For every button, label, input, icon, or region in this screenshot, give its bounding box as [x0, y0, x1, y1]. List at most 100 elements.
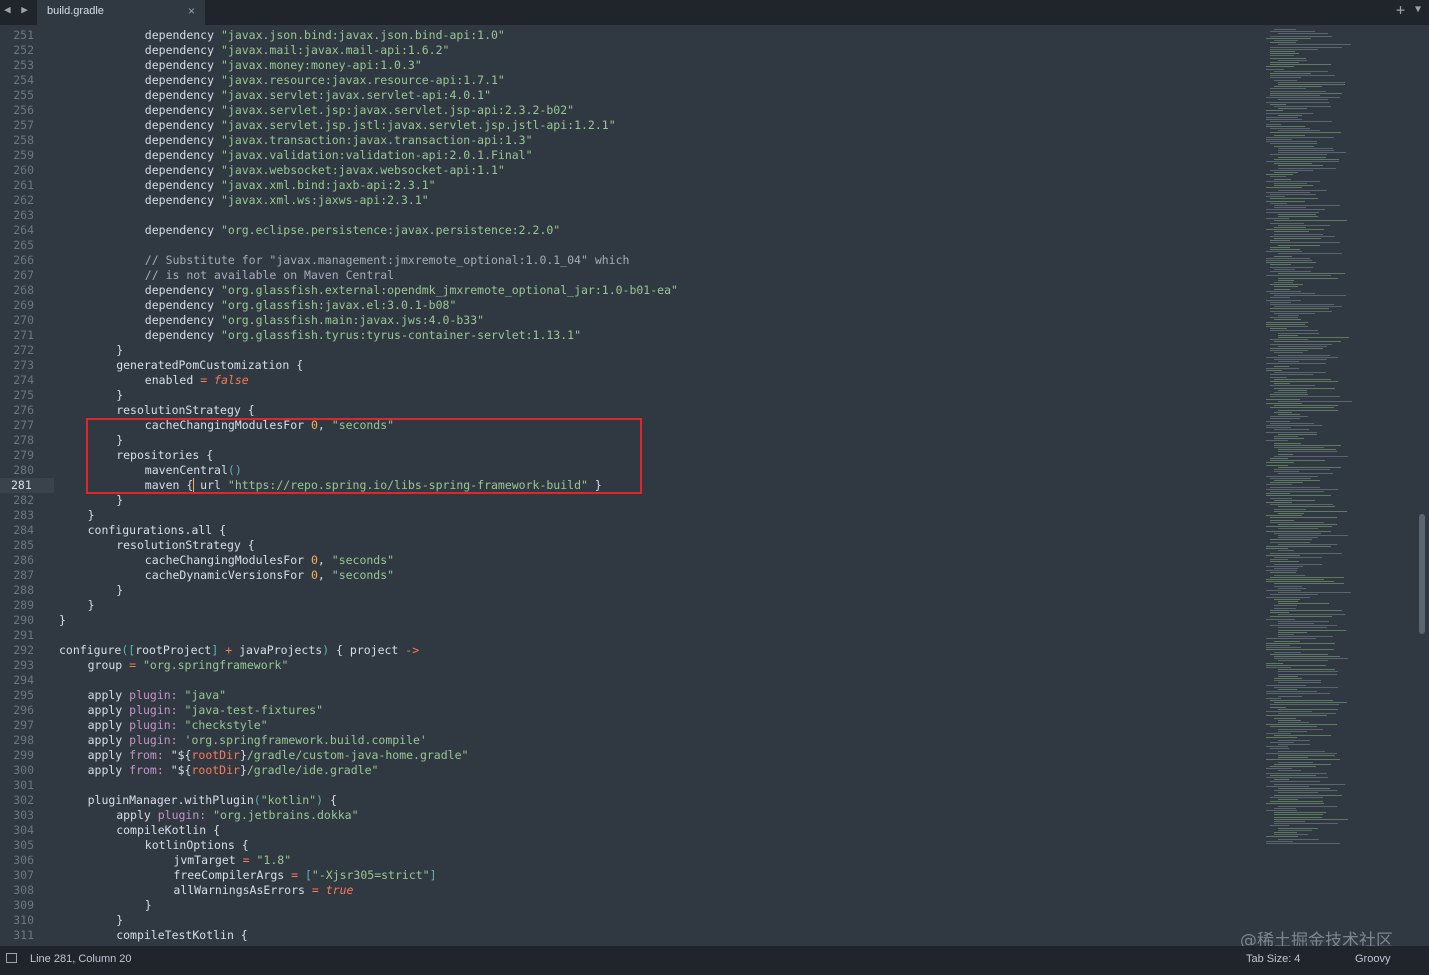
code-line[interactable]: dependency "javax.websocket:javax.websoc…	[145, 163, 505, 178]
code-line[interactable]: apply from: "${rootDir}/gradle/ide.gradl…	[88, 763, 379, 778]
code-token: dependency	[144, 58, 221, 72]
minimap-line	[1270, 31, 1316, 33]
minimap-line	[1278, 99, 1329, 101]
code-line[interactable]: dependency "org.eclipse.persistence:java…	[145, 223, 560, 238]
code-line[interactable]: freeCompilerArgs = ["-Xjsr305=strict"]	[173, 868, 436, 883]
tab-build-gradle[interactable]: build.gradle ×	[37, 0, 205, 25]
code-line[interactable]: dependency "org.glassfish.external:opend…	[145, 283, 678, 298]
minimap-line	[1278, 689, 1298, 690]
code-line[interactable]: generatedPomCustomization {	[116, 358, 303, 373]
close-icon[interactable]: ×	[188, 4, 195, 18]
panel-toggle-icon[interactable]	[6, 953, 17, 963]
code-line[interactable]: }	[116, 343, 123, 358]
code-line[interactable]: cacheDynamicVersionsFor 0, "seconds"	[145, 568, 394, 583]
minimap-line	[1270, 242, 1341, 244]
syntax-indicator[interactable]: Groovy	[1355, 953, 1390, 965]
code-line[interactable]: }	[116, 583, 123, 598]
code-line[interactable]: resolutionStrategy {	[116, 538, 254, 553]
minimap-line	[1274, 163, 1313, 165]
code-line[interactable]: dependency "javax.validation:validation-…	[145, 148, 533, 163]
code-line[interactable]: configure([rootProject] + javaProjects) …	[59, 643, 419, 658]
minimap-line	[1278, 623, 1314, 624]
line-number: 298	[13, 733, 34, 747]
code-line[interactable]: apply plugin: 'org.springframework.build…	[88, 733, 427, 748]
code-line[interactable]: enabled = false	[145, 373, 249, 388]
line-number: 295	[13, 688, 34, 702]
code-line[interactable]: pluginManager.withPlugin("kotlin") {	[88, 793, 337, 808]
minimap-line	[1266, 810, 1298, 811]
vertical-scrollbar[interactable]	[1417, 25, 1429, 946]
minimap-line	[1270, 700, 1334, 701]
code-line[interactable]: resolutionStrategy {	[116, 403, 254, 418]
code-line[interactable]: dependency "javax.servlet.jsp.jstl:javax…	[145, 118, 616, 133]
minimap-line	[1274, 185, 1313, 187]
minimap-line	[1278, 535, 1349, 536]
code-line[interactable]: kotlinOptions {	[145, 838, 249, 853]
code-line[interactable]: // is not available on Maven Central	[145, 268, 394, 283]
minimap-line	[1278, 165, 1324, 167]
code-line[interactable]: dependency "javax.servlet:javax.servlet-…	[145, 88, 491, 103]
code-line[interactable]: compileTestKotlin {	[116, 928, 248, 943]
code-token: "1.8"	[256, 853, 292, 867]
minimap-line	[1266, 440, 1289, 442]
minimap-line	[1266, 251, 1303, 253]
minimap-line	[1266, 565, 1304, 567]
code-line[interactable]: }	[116, 388, 123, 403]
code-token: apply	[87, 718, 130, 732]
line-number: 282	[13, 493, 34, 507]
minimap-line	[1266, 218, 1290, 220]
new-tab-icon[interactable]: +	[1396, 1, 1405, 19]
code-line[interactable]: dependency "javax.json.bind:javax.json.b…	[145, 28, 505, 43]
scrollbar-thumb[interactable]	[1419, 514, 1425, 634]
code-line[interactable]: }	[116, 493, 123, 508]
code-line[interactable]: allWarningsAsErrors = true	[173, 883, 353, 898]
tab-menu-icon[interactable]: ▼	[1415, 4, 1421, 15]
code-line[interactable]: dependency "javax.xml.bind:jaxb-api:2.3.…	[145, 178, 436, 193]
minimap-line	[1266, 596, 1310, 598]
tab-nav-arrows-icon[interactable]: ◀ ▶	[4, 3, 30, 16]
code-line[interactable]: }	[88, 598, 95, 613]
code-line[interactable]: dependency "org.glassfish.tyrus:tyrus-co…	[145, 328, 581, 343]
code-token: dependency	[144, 88, 221, 102]
code-line[interactable]: dependency "javax.transaction:javax.tran…	[145, 133, 533, 148]
minimap-line	[1266, 715, 1328, 717]
code-line[interactable]: }	[59, 613, 66, 628]
code-token: plugin:	[129, 688, 185, 702]
code-line[interactable]: }	[145, 898, 152, 913]
code-line[interactable]: jvmTarget = "1.8"	[173, 853, 291, 868]
minimap-line	[1266, 326, 1309, 327]
code-line[interactable]: dependency "javax.money:money-api:1.0.3"	[145, 58, 422, 73]
code-line[interactable]: compileKotlin {	[116, 823, 220, 838]
code-line[interactable]: apply plugin: "org.jetbrains.dokka"	[116, 808, 358, 823]
code-line[interactable]: apply plugin: "java"	[88, 688, 226, 703]
code-line[interactable]: dependency "javax.xml.ws:jaxws-api:2.3.1…	[145, 193, 429, 208]
code-line[interactable]: apply from: "${rootDir}/gradle/custom-ja…	[88, 748, 469, 763]
code-line[interactable]: dependency "javax.mail:javax.mail-api:1.…	[145, 43, 450, 58]
tab-size-indicator[interactable]: Tab Size: 4	[1246, 953, 1300, 965]
code-line[interactable]: }	[88, 508, 95, 523]
code-line[interactable]: dependency "org.glassfish.main:javax.jws…	[145, 313, 484, 328]
minimap-line	[1266, 196, 1285, 198]
minimap-line	[1278, 147, 1333, 149]
code-line[interactable]: dependency "javax.servlet.jsp:javax.serv…	[145, 103, 574, 118]
code-line[interactable]: apply plugin: "checkstyle"	[88, 718, 268, 733]
code-token: rootDir	[191, 763, 240, 777]
minimap-line	[1278, 400, 1353, 402]
code-line[interactable]: }	[116, 913, 123, 928]
line-number: 287	[13, 568, 34, 582]
code-line[interactable]: group = "org.springframework"	[88, 658, 289, 673]
minimap-line	[1274, 134, 1306, 136]
minimap[interactable]	[1262, 25, 1417, 946]
minimap-line	[1278, 156, 1326, 158]
code-line[interactable]: dependency "javax.resource:javax.resourc…	[145, 73, 505, 88]
code-line[interactable]: configurations.all {	[88, 523, 226, 538]
minimap-line	[1266, 647, 1302, 649]
code-line[interactable]: cacheChangingModulesFor 0, "seconds"	[145, 553, 394, 568]
minimap-line	[1266, 581, 1335, 583]
code-line[interactable]: // Substitute for "javax.management:jmxr…	[145, 253, 630, 268]
minimap-line	[1274, 447, 1324, 448]
line-number: 253	[13, 58, 34, 72]
code-line[interactable]: dependency "org.glassfish:javax.el:3.0.1…	[145, 298, 457, 313]
code-line[interactable]: apply plugin: "java-test-fixtures"	[88, 703, 323, 718]
line-number: 266	[13, 253, 34, 267]
